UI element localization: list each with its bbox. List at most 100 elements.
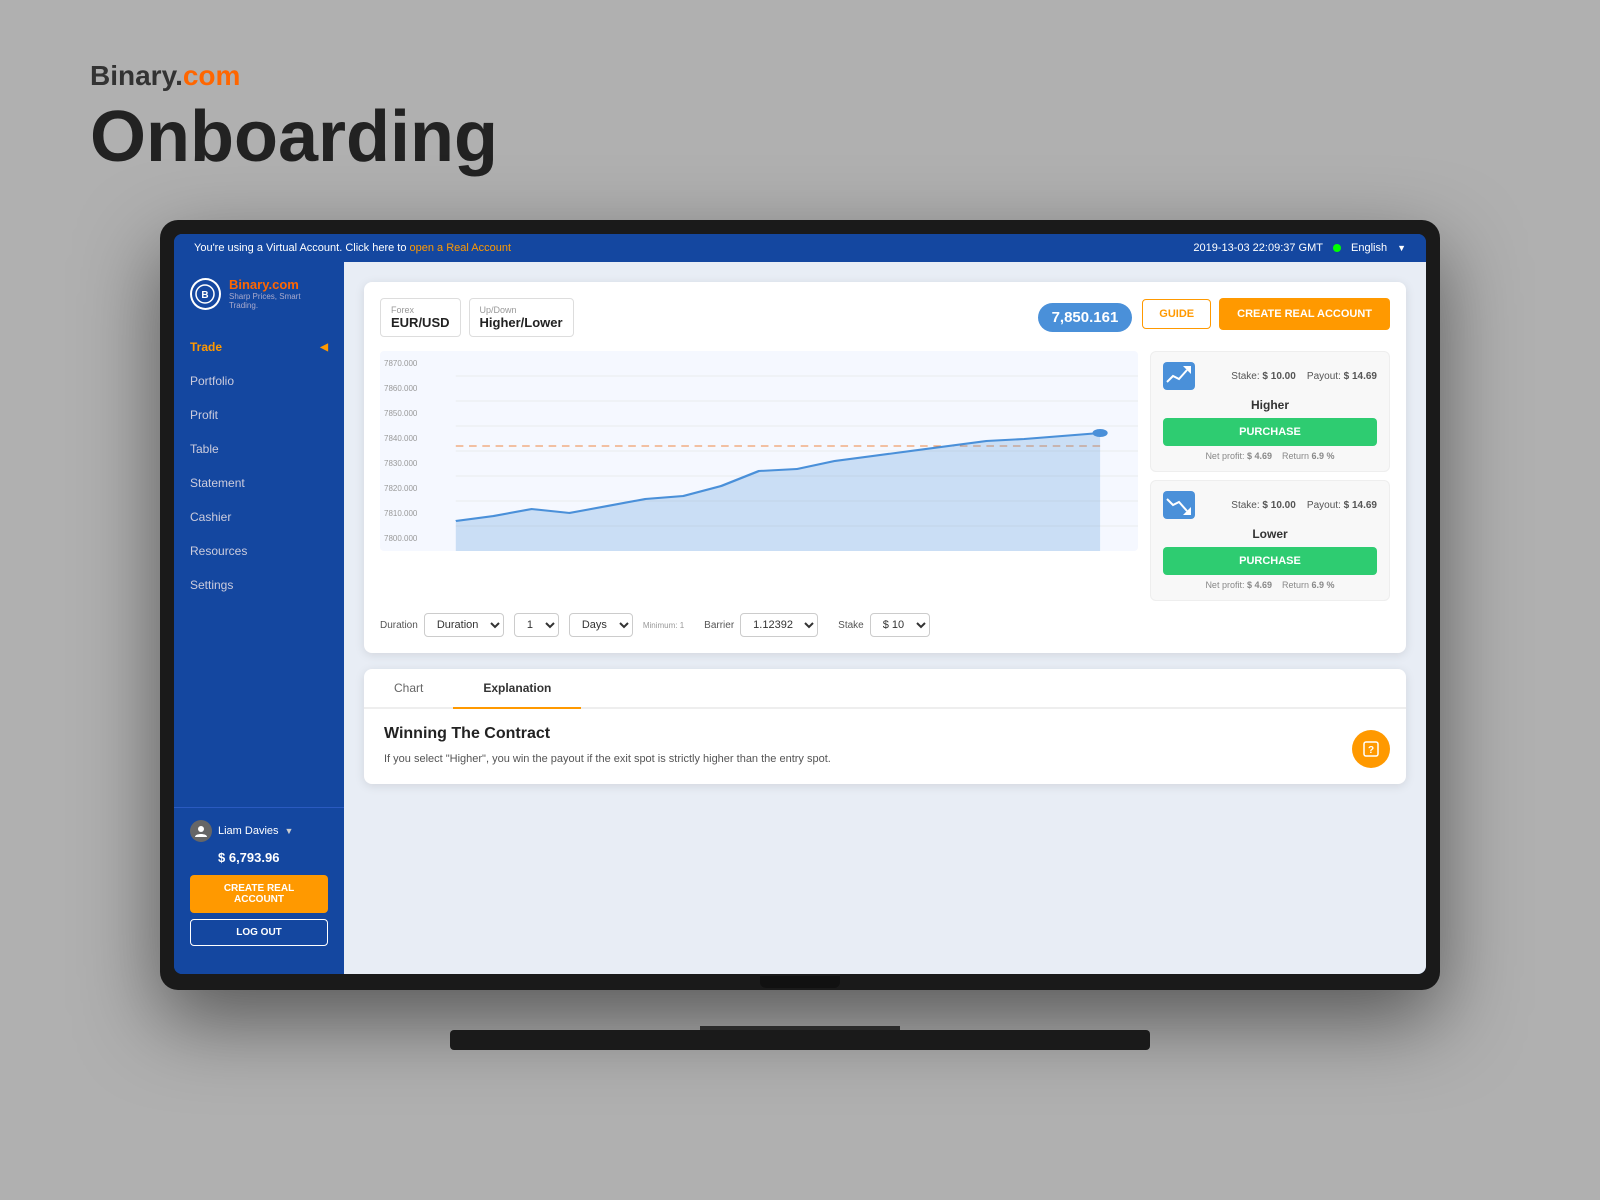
sidebar-create-real-button[interactable]: CREATE REAL ACCOUNT [190, 875, 328, 913]
sidebar-item-table[interactable]: Table [174, 432, 344, 466]
sidebar-user: Liam Davies ▼ $ 6,793.96 CREATE REAL ACC… [174, 807, 344, 958]
open-real-account-link[interactable]: open a Real Account [410, 242, 512, 254]
user-name: Liam Davies [218, 825, 279, 837]
content-area: Forex EUR/USD Up/Down Higher/Lower 7,850… [344, 262, 1426, 974]
forex-value: EUR/USD [391, 315, 450, 330]
trade-card: Forex EUR/USD Up/Down Higher/Lower 7,850… [364, 282, 1406, 653]
sidebar-item-settings[interactable]: Settings [174, 568, 344, 602]
duration-unit-select[interactable]: Days [569, 613, 633, 637]
svg-text:?: ? [1368, 745, 1374, 756]
duration-select[interactable]: Duration [424, 613, 504, 637]
language-selector[interactable]: English [1351, 242, 1387, 254]
updown-selector[interactable]: Up/Down Higher/Lower [469, 298, 574, 337]
lang-dropdown-icon[interactable]: ▼ [1397, 243, 1406, 253]
user-dropdown-icon[interactable]: ▼ [285, 826, 294, 836]
updown-label: Up/Down [480, 305, 563, 315]
logout-button[interactable]: LOG OUT [190, 919, 328, 946]
sidebar-item-portfolio[interactable]: Portfolio [174, 364, 344, 398]
contract-desc: If you select "Higher", you win the payo… [384, 751, 1386, 768]
duration-group: Duration Duration [380, 613, 504, 637]
trade-header: Forex EUR/USD Up/Down Higher/Lower 7,850… [380, 298, 1390, 337]
datetime-display: 2019-13-03 22:09:37 GMT [1193, 242, 1323, 254]
help-button[interactable]: ? [1352, 730, 1390, 768]
create-real-main-button[interactable]: CREATE REAL ACCOUNT [1219, 298, 1390, 330]
guide-button[interactable]: GUIDE [1142, 299, 1211, 329]
lower-option-card: Stake: $ 10.00 Payout: $ 14.69 Lower [1150, 480, 1390, 601]
updown-value: Higher/Lower [480, 315, 563, 330]
brand-binary: Binary. [90, 60, 183, 92]
chart-area: 7870.000 7860.000 7850.000 7840.000 7830… [380, 351, 1138, 551]
duration-label: Duration [380, 620, 418, 631]
brand-line: Binary. com [90, 60, 498, 92]
chart-container: 7870.000 7860.000 7850.000 7840.000 7830… [380, 351, 1390, 601]
sidebar-nav: Trade Portfolio Profit Table Statement C… [174, 330, 344, 807]
lower-option-icon [1163, 491, 1195, 519]
laptop-screen: You're using a Virtual Account. Click he… [174, 234, 1426, 974]
logo-icon: B [190, 278, 221, 310]
barrier-select[interactable]: 1.12392 [740, 613, 818, 637]
laptop-base [450, 1030, 1150, 1050]
sidebar-item-statement[interactable]: Statement [174, 466, 344, 500]
forex-label: Forex [391, 305, 450, 315]
bottom-tabs: Chart Explanation [364, 669, 1406, 709]
stake-label: Stake [838, 620, 864, 631]
top-bar-left: You're using a Virtual Account. Click he… [194, 242, 511, 254]
sidebar-item-cashier[interactable]: Cashier [174, 500, 344, 534]
laptop-body: You're using a Virtual Account. Click he… [160, 220, 1440, 990]
trade-buttons: GUIDE CREATE REAL ACCOUNT [1142, 298, 1390, 330]
tab-chart[interactable]: Chart [364, 669, 453, 707]
logo-sub: Sharp Prices, Smart Trading. [229, 292, 328, 310]
tab-explanation[interactable]: Explanation [453, 669, 581, 707]
bottom-section: Chart Explanation Winning The Contract I… [364, 669, 1406, 784]
trade-options: Stake: $ 10.00 Payout: $ 14.69 Higher [1150, 351, 1390, 601]
sidebar-item-trade[interactable]: Trade [174, 330, 344, 364]
higher-option-header: Stake: $ 10.00 Payout: $ 14.69 [1163, 362, 1377, 390]
trade-select-group: Forex EUR/USD Up/Down Higher/Lower [380, 298, 1028, 337]
connection-status-dot [1333, 244, 1341, 252]
top-bar-right: 2019-13-03 22:09:37 GMT English ▼ [1193, 242, 1406, 254]
lower-label: Lower [1163, 527, 1377, 541]
laptop-container: You're using a Virtual Account. Click he… [160, 220, 1440, 1040]
sidebar: B Binary.com Sharp Prices, Smart Trading… [174, 262, 344, 974]
higher-label: Higher [1163, 398, 1377, 412]
user-info: Liam Davies ▼ [190, 820, 328, 842]
chart-y-labels: 7870.000 7860.000 7850.000 7840.000 7830… [384, 351, 417, 551]
logo-brand: Binary.com [229, 278, 328, 292]
user-balance: $ 6,793.96 [218, 850, 328, 865]
barrier-group: Barrier 1.12392 [704, 613, 818, 637]
sidebar-item-profit[interactable]: Profit [174, 398, 344, 432]
lower-purchase-button[interactable]: PURCHASE [1163, 547, 1377, 575]
stake-select[interactable]: $ 10 [870, 613, 930, 637]
branding-area: Binary. com Onboarding [90, 60, 498, 178]
higher-footer: Net profit: $ 4.69 Return 6.9 % [1163, 451, 1377, 461]
chart-svg [380, 351, 1138, 551]
sidebar-logo-text: Binary.com Sharp Prices, Smart Trading. [229, 278, 328, 310]
bottom-content: Winning The Contract If you select "High… [364, 709, 1406, 784]
laptop-notch [760, 976, 840, 988]
higher-stake-info: Stake: $ 10.00 Payout: $ 14.69 [1231, 371, 1377, 382]
sidebar-logo: B Binary.com Sharp Prices, Smart Trading… [174, 278, 344, 330]
user-avatar [190, 820, 212, 842]
lower-option-header: Stake: $ 10.00 Payout: $ 14.69 [1163, 491, 1377, 519]
contract-title: Winning The Contract [384, 725, 1386, 743]
brand-com: com [183, 60, 241, 92]
forex-selector[interactable]: Forex EUR/USD [380, 298, 461, 337]
controls-row: Duration Duration 1 [380, 613, 1390, 637]
duration-value-group: 1 [514, 613, 559, 637]
main-layout: B Binary.com Sharp Prices, Smart Trading… [174, 262, 1426, 974]
brand-onboarding: Onboarding [90, 96, 498, 178]
lower-stake-info: Stake: $ 10.00 Payout: $ 14.69 [1231, 500, 1377, 511]
svg-text:B: B [202, 290, 209, 301]
higher-option-icon [1163, 362, 1195, 390]
barrier-label: Barrier [704, 620, 734, 631]
sidebar-item-resources[interactable]: Resources [174, 534, 344, 568]
price-badge: 7,850.161 [1038, 303, 1133, 332]
duration-minimum: Minimum: 1 [643, 621, 684, 630]
lower-footer: Net profit: $ 4.69 Return 6.9 % [1163, 580, 1377, 590]
higher-option-card: Stake: $ 10.00 Payout: $ 14.69 Higher [1150, 351, 1390, 472]
stake-group: Stake $ 10 [838, 613, 930, 637]
virtual-account-message: You're using a Virtual Account. Click he… [194, 242, 410, 254]
top-bar: You're using a Virtual Account. Click he… [174, 234, 1426, 262]
higher-purchase-button[interactable]: PURCHASE [1163, 418, 1377, 446]
duration-value-select[interactable]: 1 [514, 613, 559, 637]
